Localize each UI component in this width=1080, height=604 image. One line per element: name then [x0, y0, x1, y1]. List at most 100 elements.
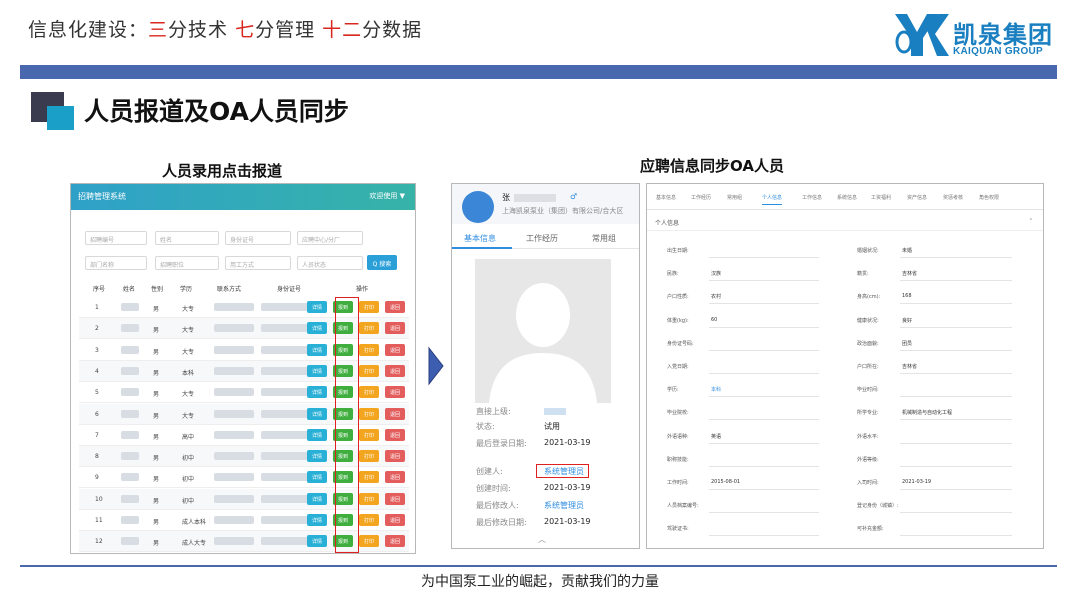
filter-department[interactable]: 部门名称 [85, 256, 147, 270]
filter-position[interactable]: 招聘职位 [155, 256, 219, 270]
detail-button[interactable]: 详情 [307, 364, 327, 377]
user-menu[interactable]: 欢迎使用 ▼ [369, 191, 405, 201]
return-button[interactable]: 退回 [385, 386, 405, 399]
print-button[interactable]: 打印 [359, 364, 379, 377]
detail-field-value[interactable]: 良好 [902, 317, 912, 324]
print-button[interactable]: 打印 [359, 535, 379, 548]
return-button[interactable]: 退回 [385, 407, 405, 420]
detail-field-value[interactable]: 团员 [902, 340, 912, 347]
header-title: 信息化建设：三分技术 七分管理 十二分数据 [28, 15, 422, 42]
return-button[interactable]: 退回 [385, 535, 405, 548]
tab-basic-info[interactable]: 基本信息 [464, 233, 496, 244]
print-button[interactable]: 打印 [359, 322, 379, 335]
detail-field-label: 婚姻状况: [857, 248, 879, 254]
table-row: 7 男高中 详情 报到 打印 退回 [79, 425, 409, 446]
detail-button[interactable]: 详情 [307, 471, 327, 484]
section-collapse-icon[interactable]: ⌃ [1029, 218, 1033, 224]
print-button[interactable]: 打印 [359, 386, 379, 399]
detail-tab[interactable]: 奖惩考核 [943, 194, 963, 201]
name-blurred [121, 473, 139, 482]
search-button[interactable]: Q 搜索 [367, 255, 397, 270]
contact-blurred [214, 366, 254, 375]
profile-company: 上海凯泉泵业（集团）有限公司/合大区 [502, 207, 624, 215]
detail-field-value[interactable]: 未婚 [902, 247, 912, 254]
detail-tab[interactable]: 工作经历 [691, 194, 711, 201]
print-button[interactable]: 打印 [359, 514, 379, 526]
row-gender: 男 [153, 412, 160, 420]
detail-tab[interactable]: 资产信息 [907, 194, 927, 201]
print-button[interactable]: 打印 [359, 492, 379, 505]
detail-button[interactable]: 详情 [307, 492, 327, 505]
return-button[interactable]: 退回 [385, 492, 405, 505]
detail-field-value[interactable]: 2015-08-01 [711, 479, 740, 485]
table-row: 6 男大专 详情 报到 打印 退回 [79, 403, 409, 425]
return-button[interactable]: 退回 [385, 364, 405, 377]
row-no: 5 [95, 389, 99, 397]
detail-tab[interactable]: 系统信息 [837, 194, 857, 201]
return-button[interactable]: 退回 [385, 322, 405, 335]
detail-field-value[interactable]: 汉族 [711, 270, 721, 277]
print-button[interactable]: 打印 [359, 428, 379, 441]
detail-field-value[interactable]: 农村 [711, 293, 721, 300]
name-blurred [121, 516, 139, 524]
detail-field-value[interactable]: 2021-03-19 [902, 479, 931, 485]
return-button[interactable]: 退回 [385, 428, 405, 441]
filter-name[interactable]: 姓名 [155, 231, 219, 245]
tab-common-group[interactable]: 常用组 [592, 233, 616, 244]
return-button[interactable]: 退回 [385, 301, 405, 313]
print-button[interactable]: 打印 [359, 471, 379, 484]
table-row: 9 男初中 详情 报到 打印 退回 [79, 467, 409, 489]
detail-button[interactable]: 详情 [307, 407, 327, 420]
filter-employment[interactable]: 用工方式 [225, 256, 291, 270]
return-button[interactable]: 退回 [385, 343, 405, 356]
return-button[interactable]: 退回 [385, 514, 405, 526]
detail-button[interactable]: 详情 [307, 428, 327, 441]
detail-button[interactable]: 详情 [307, 322, 327, 335]
user-link[interactable]: 系统管理员 [544, 500, 584, 511]
filter-id-number[interactable]: 身份证号 [225, 231, 291, 245]
detail-field-value[interactable]: 机械制造与自动化工程 [902, 409, 952, 416]
detail-tab[interactable]: 基本信息 [656, 194, 676, 201]
detail-tab[interactable]: 工作信息 [802, 194, 822, 201]
detail-tab[interactable]: 工资福利 [871, 194, 891, 201]
detail-button[interactable]: 详情 [307, 514, 327, 526]
field-underline [900, 257, 1012, 258]
detail-field-value[interactable]: 168 [902, 293, 912, 299]
field-underline [900, 489, 1012, 490]
detail-button[interactable]: 详情 [307, 450, 327, 463]
detail-field-value[interactable]: 60 [711, 317, 717, 323]
field-label: 创建人: [476, 467, 503, 476]
detail-button[interactable]: 详情 [307, 301, 327, 313]
detail-field-value[interactable]: 吉林省 [902, 270, 917, 277]
return-button[interactable]: 退回 [385, 450, 405, 463]
detail-tab[interactable]: 个人信息 [762, 194, 783, 205]
detail-tab[interactable]: 角色权限 [979, 194, 999, 201]
filter-status[interactable]: 人员状态 [297, 256, 363, 270]
table-row: 5 男大专 详情 报到 打印 退回 [79, 382, 409, 404]
logo-mark-icon [895, 14, 949, 56]
detail-button[interactable]: 详情 [307, 343, 327, 356]
detail-tab[interactable]: 常用组 [727, 194, 742, 201]
profile-header: 张 ♂ 上海凯泉泵业（集团）有限公司/合大区 [452, 184, 639, 224]
filter-recruit-no[interactable]: 招聘编号 [85, 231, 147, 245]
tab-work-history[interactable]: 工作经历 [526, 233, 558, 244]
print-button[interactable]: 打印 [359, 450, 379, 463]
detail-field-value[interactable]: 吉林省 [902, 363, 917, 370]
detail-field-value[interactable]: 本科 [711, 386, 721, 393]
contact-blurred [214, 537, 254, 546]
header-text-3: 分数据 [362, 19, 423, 41]
detail-field-label: 外语水平: [857, 433, 879, 440]
detail-button[interactable]: 详情 [307, 386, 327, 399]
print-button[interactable]: 打印 [359, 301, 379, 313]
detail-field-label: 外语语种: [667, 433, 689, 440]
detail-field-value[interactable]: 英语 [711, 433, 721, 440]
arrow-right-icon [428, 346, 444, 386]
field-underline [900, 419, 1012, 421]
print-button[interactable]: 打印 [359, 407, 379, 420]
detail-button[interactable]: 详情 [307, 535, 327, 548]
return-button[interactable]: 退回 [385, 471, 405, 484]
print-button[interactable]: 打印 [359, 343, 379, 356]
row-gender: 男 [153, 540, 160, 548]
filter-center[interactable]: 应聘中心/分厂 [297, 231, 363, 245]
collapse-chevron-icon[interactable]: ︿ [538, 534, 546, 545]
